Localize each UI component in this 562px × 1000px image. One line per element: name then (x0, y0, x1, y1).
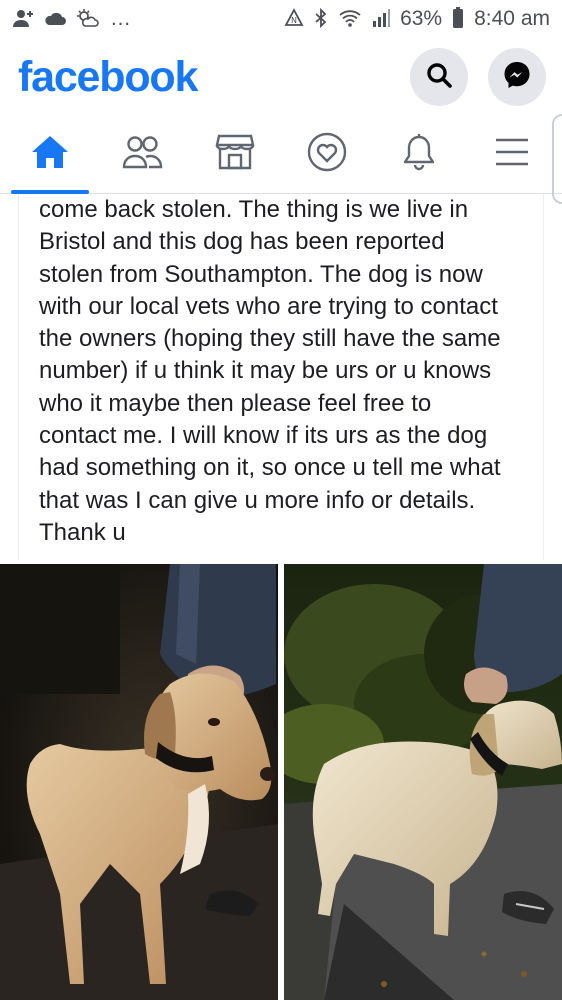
main-nav (0, 116, 562, 194)
status-left: … (12, 7, 131, 31)
post-line: number) if u think it may be urs or u kn… (39, 357, 492, 385)
home-icon (30, 134, 70, 175)
post-line: that was I can give u more info or detai… (39, 486, 476, 514)
scroll-edge (552, 114, 562, 204)
status-bar: … N 63% 8:40 am (0, 0, 562, 38)
tab-home[interactable] (5, 116, 95, 194)
post-line: contact me. I will know if its urs as th… (39, 422, 488, 450)
post-line: Bristol and this dog has been reported (39, 228, 445, 256)
app-header: facebook (0, 38, 562, 116)
post-line: the owners (hoping they still have the s… (39, 325, 501, 353)
bell-icon (401, 133, 437, 176)
search-icon (425, 61, 453, 94)
battery-percent: 63% (400, 7, 443, 30)
post-line: come back stolen. The thing is we live i… (39, 196, 469, 223)
post-line: had something on it, so once u tell me w… (39, 454, 501, 482)
signal-icon (372, 8, 391, 31)
header-actions (410, 48, 546, 106)
post-card: come back stolen. The thing is we live i… (18, 194, 544, 560)
weather-icon (76, 8, 100, 31)
post-body: come back stolen. The thing is we live i… (39, 194, 539, 549)
facebook-logo[interactable]: facebook (18, 53, 198, 102)
post-line: with our local vets who are trying to co… (39, 292, 498, 320)
status-right: N 63% 8:40 am (284, 6, 550, 32)
dog-photo-right[interactable] (284, 564, 562, 1000)
tab-menu[interactable] (467, 116, 557, 194)
dog-photo-left[interactable] (0, 564, 278, 1000)
wifi-icon (338, 8, 362, 31)
person-add-icon (12, 8, 34, 31)
bluetooth-icon (314, 7, 328, 31)
cloud-icon (44, 10, 66, 29)
tab-marketplace[interactable] (190, 116, 280, 194)
post-line: Thank u (39, 518, 126, 546)
messenger-button[interactable] (488, 48, 546, 106)
tab-dating[interactable] (282, 116, 372, 194)
overflow-indicator: … (110, 7, 131, 30)
nfc-icon: N (284, 7, 304, 31)
clock: 8:40 am (474, 7, 550, 30)
tab-notifications[interactable] (374, 116, 464, 194)
tab-friends[interactable] (97, 116, 187, 194)
messenger-icon (502, 60, 532, 95)
marketplace-icon (215, 133, 255, 176)
post-photos (0, 564, 562, 1000)
battery-icon (452, 6, 464, 32)
svg-text:N: N (291, 16, 297, 25)
menu-icon (493, 136, 531, 173)
dating-icon (306, 131, 348, 178)
post-line: who it maybe then please feel free to (39, 389, 432, 417)
search-button[interactable] (410, 48, 468, 106)
friends-icon (121, 134, 163, 175)
post-line: stolen from Southampton. The dog is now (39, 260, 483, 288)
